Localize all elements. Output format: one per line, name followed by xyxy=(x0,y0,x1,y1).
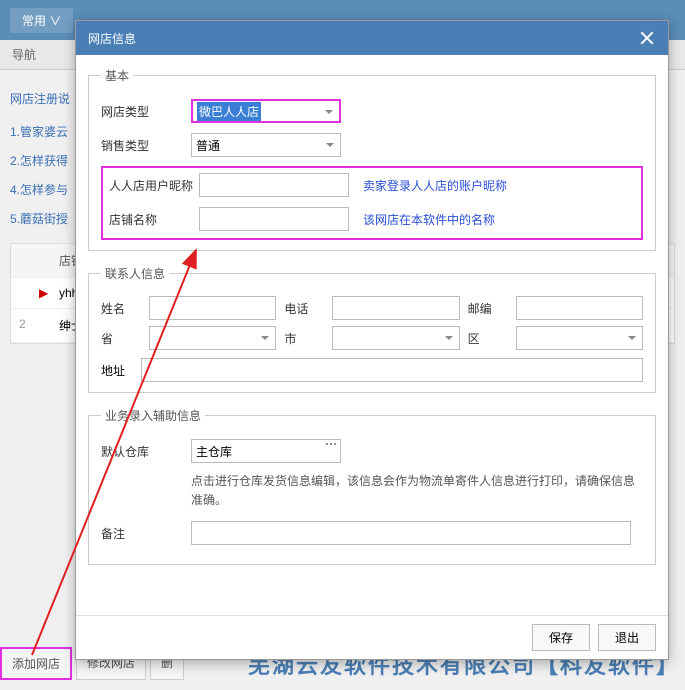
shopname-input[interactable] xyxy=(199,207,349,231)
sale-type-label: 销售类型 xyxy=(101,137,191,154)
modal-body: 基本 网店类型 微巴人人店 销售类型 普通 人人店用户昵称 卖家登录人人店的账户… xyxy=(76,55,668,615)
district-select[interactable] xyxy=(516,326,643,350)
warehouse-label: 默认仓库 xyxy=(101,443,191,460)
tab-common[interactable]: 常用 ∨ xyxy=(10,8,73,33)
modal-title-bar: 网店信息 xyxy=(76,21,668,55)
modal-footer: 保存 退出 xyxy=(76,615,668,659)
warehouse-select[interactable]: 主仓库 xyxy=(191,439,341,463)
basic-legend: 基本 xyxy=(101,67,133,84)
district-label: 区 xyxy=(468,330,508,347)
province-label: 省 xyxy=(101,330,141,347)
nickname-label: 人人店用户昵称 xyxy=(109,177,199,194)
contact-legend: 联系人信息 xyxy=(101,265,169,282)
shop-type-label: 网店类型 xyxy=(101,103,191,120)
name-label: 姓名 xyxy=(101,300,141,317)
phone-input[interactable] xyxy=(332,296,459,320)
province-select[interactable] xyxy=(149,326,276,350)
remark-input[interactable] xyxy=(191,521,631,545)
address-label: 地址 xyxy=(101,362,141,379)
nickname-hint: 卖家登录人人店的账户昵称 xyxy=(363,177,507,194)
add-shop-tab[interactable]: 添加网店 xyxy=(0,647,72,680)
warehouse-note: 点击进行仓库发货信息编辑，该信息会作为物流单寄件人信息进行打印，请确保信息准确。 xyxy=(191,472,643,510)
zip-label: 邮编 xyxy=(468,300,508,317)
city-select[interactable] xyxy=(332,326,459,350)
sale-type-select[interactable]: 普通 xyxy=(191,133,341,157)
basic-fieldset: 基本 网店类型 微巴人人店 销售类型 普通 人人店用户昵称 卖家登录人人店的账户… xyxy=(88,67,656,251)
zip-input[interactable] xyxy=(516,296,643,320)
more-icon xyxy=(326,443,336,445)
city-label: 市 xyxy=(284,330,324,347)
modal-title-text: 网店信息 xyxy=(88,30,136,47)
shopname-label: 店铺名称 xyxy=(109,211,199,228)
name-input[interactable] xyxy=(149,296,276,320)
aux-legend: 业务录入辅助信息 xyxy=(101,407,205,424)
save-button[interactable]: 保存 xyxy=(532,624,590,651)
contact-fieldset: 联系人信息 姓名 电话 邮编 省 市 区 地址 xyxy=(88,265,656,393)
close-icon[interactable] xyxy=(638,29,656,47)
shop-type-select[interactable]: 微巴人人店 xyxy=(191,99,341,123)
exit-button[interactable]: 退出 xyxy=(598,624,656,651)
remark-label: 备注 xyxy=(101,525,191,542)
phone-label: 电话 xyxy=(284,300,324,317)
address-input[interactable] xyxy=(141,358,643,382)
nickname-input[interactable] xyxy=(199,173,349,197)
shop-info-modal: 网店信息 基本 网店类型 微巴人人店 销售类型 普通 人人店用户昵称 xyxy=(75,20,669,660)
aux-fieldset: 业务录入辅助信息 默认仓库 主仓库 点击进行仓库发货信息编辑，该信息会作为物流单… xyxy=(88,407,656,565)
shopname-hint: 该网店在本软件中的名称 xyxy=(363,211,495,228)
